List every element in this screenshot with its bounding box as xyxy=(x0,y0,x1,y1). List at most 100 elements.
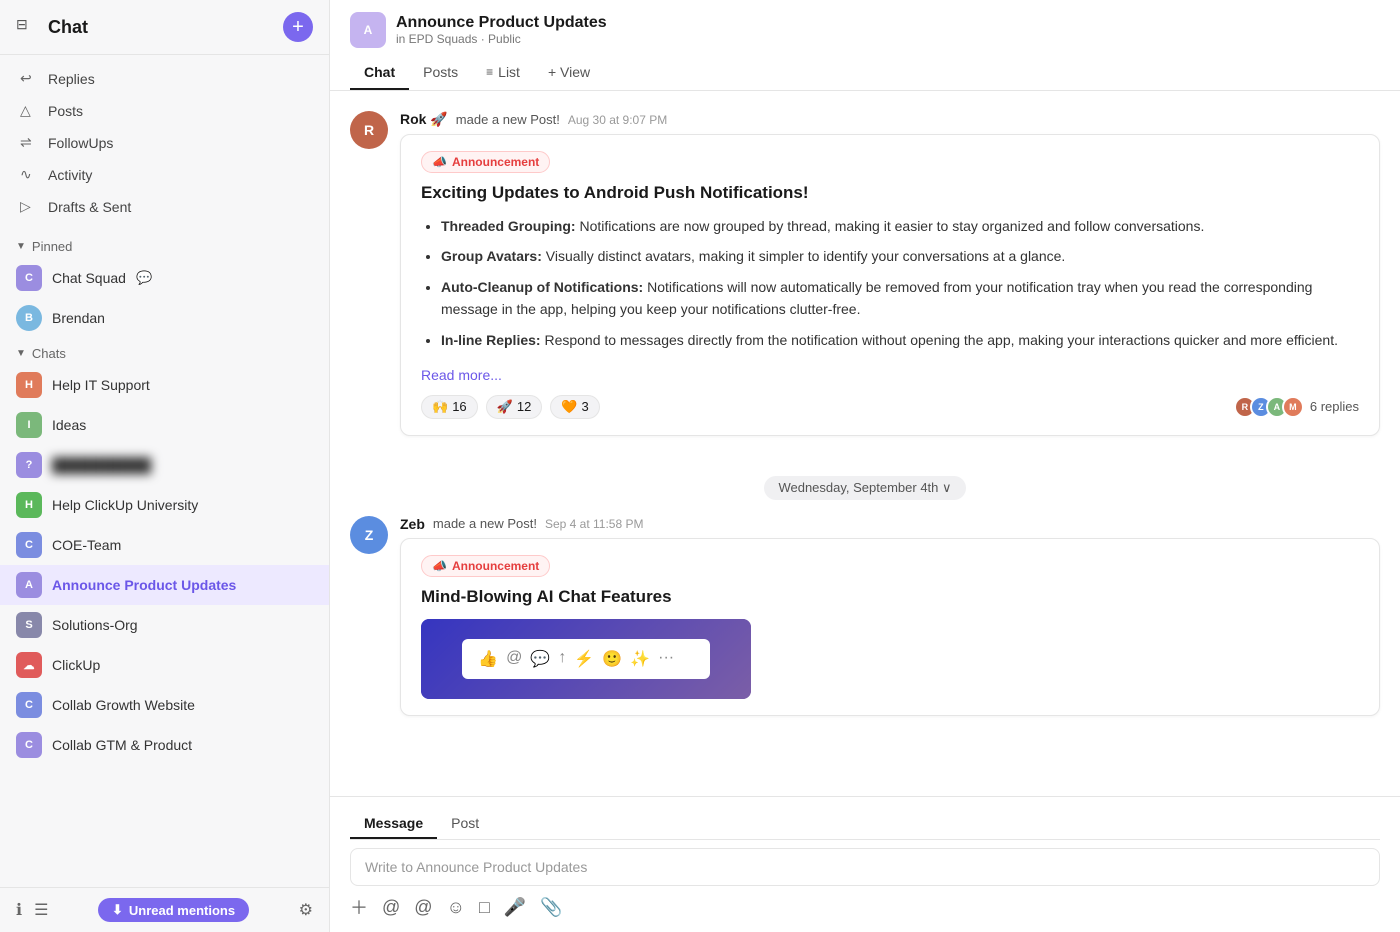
reaction-rocket[interactable]: 🚀 12 xyxy=(486,395,543,419)
chat-help-clickup[interactable]: H Help ClickUp University xyxy=(0,485,329,525)
tab-list[interactable]: ≡ List xyxy=(472,56,534,90)
bottom-left-icons: ℹ ☰ xyxy=(16,900,48,920)
at-icon[interactable]: @ xyxy=(506,649,522,669)
sparkle-icon[interactable]: ✨ xyxy=(630,649,650,669)
pinned-brendan[interactable]: B Brendan xyxy=(0,298,329,338)
composer-tab-post[interactable]: Post xyxy=(437,809,493,839)
sidebar-header-left: ⊟ Chat xyxy=(16,16,88,38)
clip-icon[interactable]: 📎 xyxy=(540,897,562,918)
attachment-icon[interactable]: @ xyxy=(414,897,432,918)
sidebar-item-activity[interactable]: ∿ Activity xyxy=(0,159,329,191)
collab-gtm-name: Collab GTM & Product xyxy=(52,737,192,753)
chats-section-header[interactable]: ▼ Chats xyxy=(0,338,329,365)
composer-tab-message[interactable]: Message xyxy=(350,809,437,839)
collab-growth-name: Collab Growth Website xyxy=(52,697,195,713)
sidebar-item-drafts[interactable]: ▷ Drafts & Sent xyxy=(0,191,329,223)
replies-count-1: 6 replies xyxy=(1310,399,1359,414)
lightning-icon[interactable]: ⚡ xyxy=(574,649,594,669)
help-icon[interactable]: ℹ xyxy=(16,900,22,920)
unread-mentions-button[interactable]: ⬇ Unread mentions xyxy=(98,898,249,922)
message-1-meta: Rok 🚀 made a new Post! Aug 30 at 9:07 PM xyxy=(400,111,1380,128)
message-2-time: Sep 4 at 11:58 PM xyxy=(545,517,644,531)
sidebar-header: ⊟ Chat + xyxy=(0,0,329,55)
sidebar-item-posts[interactable]: △ Posts xyxy=(0,95,329,127)
list-icon[interactable]: ☰ xyxy=(34,900,48,920)
main-header: A Announce Product Updates in EPD Squads… xyxy=(330,0,1400,91)
sidebar-nav: ↩ Replies △ Posts ⇌ FollowUps ∿ Activity… xyxy=(0,55,329,231)
reactions-bar-1: 🙌 16 🚀 12 🧡 3 R xyxy=(421,395,1359,419)
add-chat-button[interactable]: + xyxy=(283,12,313,42)
mention-icon[interactable]: @ xyxy=(382,897,400,918)
pinned-chevron-icon: ▼ xyxy=(16,241,26,252)
post-image: 👍 @ 💬 ↑ ⚡ 🙂 ✨ ··· xyxy=(421,619,751,699)
mic-icon[interactable]: 🎤 xyxy=(504,897,526,918)
tab-view[interactable]: + View xyxy=(534,56,604,90)
announce-name: Announce Product Updates xyxy=(52,577,236,593)
composer-tabs: Message Post xyxy=(350,809,1380,840)
chat-bubble-icon[interactable]: 💬 xyxy=(530,649,550,669)
bullet-3-strong: Auto-Cleanup of Notifications: xyxy=(441,279,643,295)
date-separator: Wednesday, September 4th ∨ xyxy=(350,476,1380,500)
chat-coe-team[interactable]: C COE-Team xyxy=(0,525,329,565)
post-1-title: Exciting Updates to Android Push Notific… xyxy=(421,183,1359,203)
sidebar-bottom: ℹ ☰ ⬇ Unread mentions ⚙ xyxy=(0,887,329,932)
more-icon[interactable]: ··· xyxy=(658,649,674,669)
message-2: Z Zeb made a new Post! Sep 4 at 11:58 PM… xyxy=(350,516,1380,716)
chat-squad-name: Chat Squad xyxy=(52,270,126,286)
sidebar-item-replies[interactable]: ↩ Replies xyxy=(0,63,329,95)
settings-icon[interactable]: ⚙ xyxy=(299,900,313,920)
sidebar-toggle-icon[interactable]: ⊟ xyxy=(16,16,38,38)
reaction-heart[interactable]: 🧡 3 xyxy=(550,395,599,419)
announcement-icon: 📣 xyxy=(432,155,447,169)
chat-blurred[interactable]: ? ██████████ xyxy=(0,445,329,485)
main-content: A Announce Product Updates in EPD Squads… xyxy=(330,0,1400,932)
tab-posts[interactable]: Posts xyxy=(409,56,472,90)
list-icon: ≡ xyxy=(486,65,493,79)
bullet-3: Auto-Cleanup of Notifications: Notificat… xyxy=(441,276,1359,321)
bullet-1-strong: Threaded Grouping: xyxy=(441,218,576,234)
drafts-label: Drafts & Sent xyxy=(48,199,131,215)
pinned-chat-squad[interactable]: C Chat Squad 💬 xyxy=(0,258,329,298)
smile-icon[interactable]: 🙂 xyxy=(602,649,622,669)
replies-info-1[interactable]: R Z A M 6 replies xyxy=(1234,396,1359,418)
read-more-1[interactable]: Read more... xyxy=(421,367,502,383)
upload-icon[interactable]: ↑ xyxy=(558,649,566,669)
message-1-content: Rok 🚀 made a new Post! Aug 30 at 9:07 PM… xyxy=(400,111,1380,436)
message-2-content: Zeb made a new Post! Sep 4 at 11:58 PM 📣… xyxy=(400,516,1380,716)
sidebar-item-followups[interactable]: ⇌ FollowUps xyxy=(0,127,329,159)
solutions-org-name: Solutions-Org xyxy=(52,617,138,633)
announce-avatar: A xyxy=(16,572,42,598)
chat-ideas[interactable]: I Ideas xyxy=(0,405,329,445)
thumb-up-icon[interactable]: 👍 xyxy=(478,649,498,669)
brendan-avatar: B xyxy=(16,305,42,331)
image-toolbar: 👍 @ 💬 ↑ ⚡ 🙂 ✨ ··· xyxy=(478,649,694,669)
chat-collab-gtm[interactable]: C Collab GTM & Product xyxy=(0,725,329,765)
composer-toolbar: ＋ @ @ ☺ □ 🎤 📎 xyxy=(350,894,1380,920)
add-icon[interactable]: ＋ xyxy=(350,894,368,920)
chat-clickup[interactable]: ☁ ClickUp xyxy=(0,645,329,685)
chat-announce[interactable]: A Announce Product Updates xyxy=(0,565,329,605)
activity-label: Activity xyxy=(48,167,92,183)
heart-count: 3 xyxy=(582,399,589,414)
screen-icon[interactable]: □ xyxy=(479,897,490,918)
composer-input[interactable]: Write to Announce Product Updates xyxy=(350,848,1380,886)
tab-chat[interactable]: Chat xyxy=(350,56,409,90)
announcement-badge-2: 📣 Announcement xyxy=(421,555,550,577)
chat-help-it-support[interactable]: H Help IT Support xyxy=(0,365,329,405)
emoji-icon[interactable]: ☺ xyxy=(447,897,465,918)
channel-name: Announce Product Updates xyxy=(396,14,607,32)
pinned-section-header[interactable]: ▼ Pinned xyxy=(0,231,329,258)
collab-gtm-avatar: C xyxy=(16,732,42,758)
post-1-body: Threaded Grouping: Notifications are now… xyxy=(421,215,1359,351)
followups-icon: ⇌ xyxy=(20,134,38,152)
chat-solutions-org[interactable]: S Solutions-Org xyxy=(0,605,329,645)
message-2-action: made a new Post! xyxy=(433,516,537,531)
date-pill[interactable]: Wednesday, September 4th ∨ xyxy=(764,476,965,500)
chat-collab-growth[interactable]: C Collab Growth Website xyxy=(0,685,329,725)
reaction-clap[interactable]: 🙌 16 xyxy=(421,395,478,419)
composer: Message Post Write to Announce Product U… xyxy=(330,796,1400,932)
posts-icon: △ xyxy=(20,102,38,120)
posts-label: Posts xyxy=(48,103,83,119)
message-1-author: Rok 🚀 xyxy=(400,111,448,128)
post-2-title: Mind-Blowing AI Chat Features xyxy=(421,587,1359,607)
